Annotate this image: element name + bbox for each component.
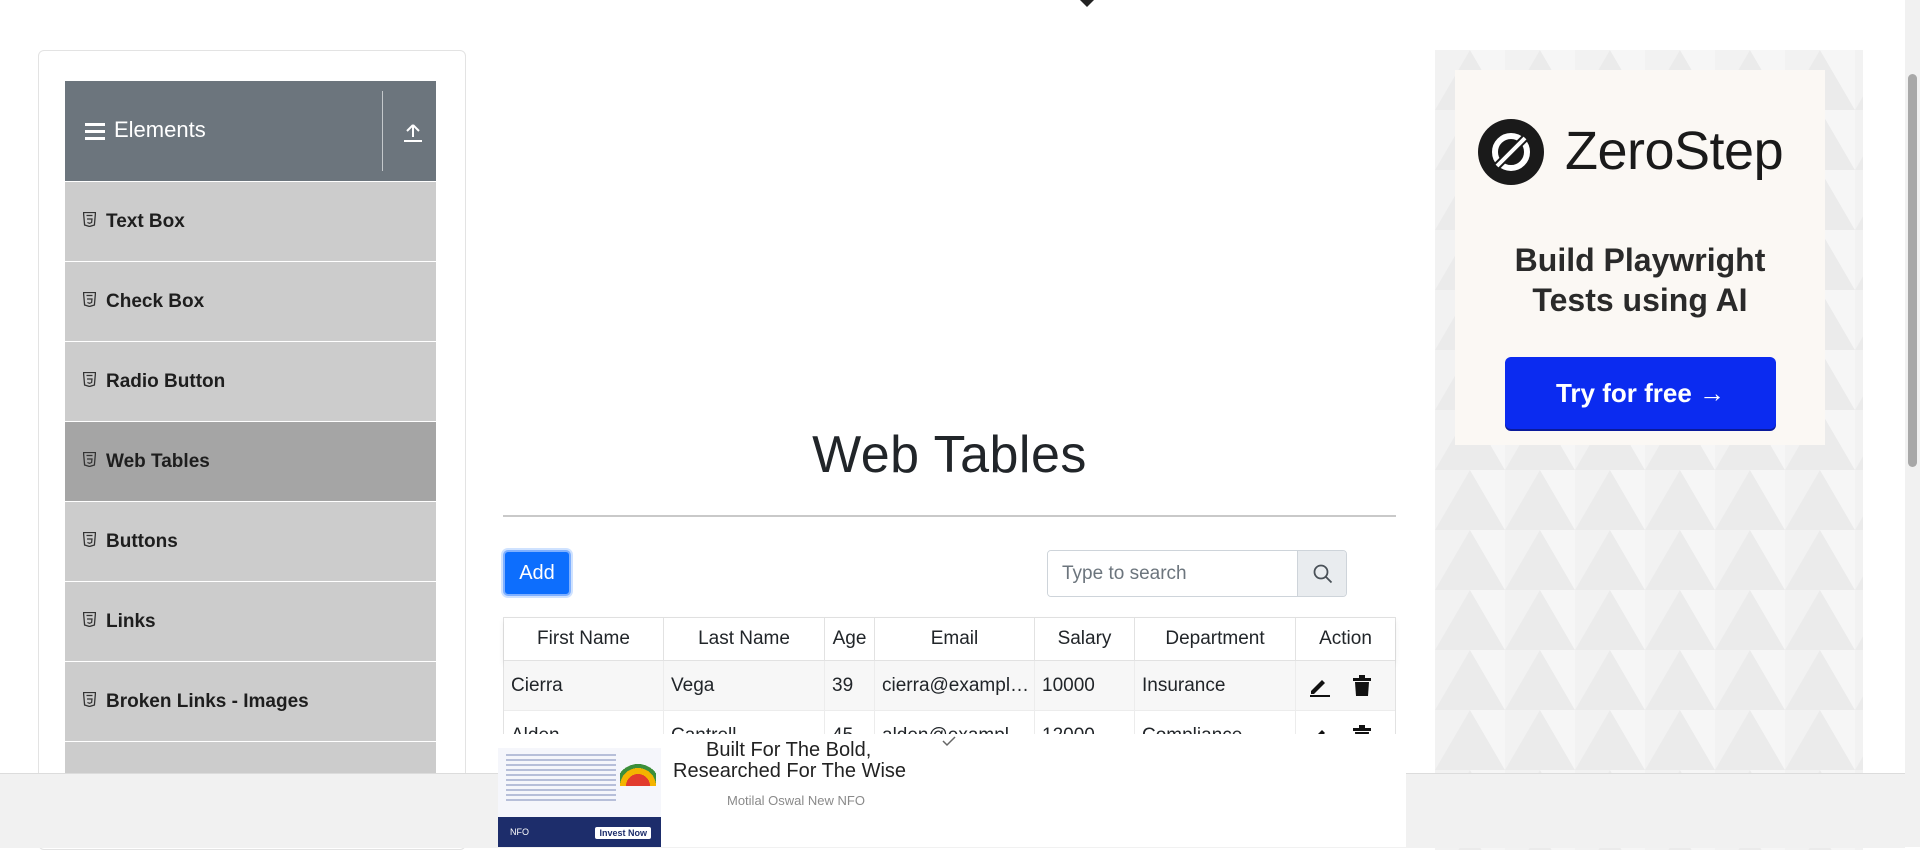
html5-icon <box>83 532 96 547</box>
column-header-first-name[interactable]: First Name <box>504 618 664 660</box>
zerostep-ad[interactable]: ZeroStep Build Playwright Tests using AI… <box>1435 50 1863 850</box>
pencil-icon[interactable] <box>1308 675 1330 697</box>
sidebar-item-text-box[interactable]: Text Box <box>65 181 436 261</box>
cell-email: cierra@example.com <box>875 661 1035 710</box>
search-box <box>1047 550 1347 597</box>
column-header-email[interactable]: Email <box>875 618 1035 660</box>
ad-headline-line2: Researched For The Wise <box>673 760 907 782</box>
sidebar-item-label: Radio Button <box>106 371 226 392</box>
elements-group-title: Elements <box>114 117 206 142</box>
search-button[interactable] <box>1297 551 1346 596</box>
sidebar-item-label: Broken Links - Images <box>106 691 309 712</box>
elements-group-header[interactable]: Elements <box>65 81 436 181</box>
hamburger-icon <box>85 123 105 140</box>
html5-icon <box>83 372 96 387</box>
upload-arrow-icon[interactable] <box>403 123 423 143</box>
invest-now-button[interactable]: Invest Now <box>595 827 651 839</box>
ad-thumbnail: NFO Invest Now <box>498 748 661 847</box>
column-header-salary[interactable]: Salary <box>1035 618 1135 660</box>
ad-thumbnail-text <box>506 754 616 804</box>
ad-card: ZeroStep Build Playwright Tests using AI… <box>1455 70 1825 445</box>
ad-tagline-line1: Build Playwright <box>1514 242 1766 278</box>
ad-tagline: Build Playwright Tests using AI <box>1455 240 1825 320</box>
try-for-free-button[interactable]: Try for free → <box>1505 357 1776 429</box>
column-header-age[interactable]: Age <box>825 618 875 660</box>
sidebar-item-radio-button[interactable]: Radio Button <box>65 341 436 421</box>
html5-icon <box>83 292 96 307</box>
sidebar-item-broken-links-images[interactable]: Broken Links - Images <box>65 661 436 741</box>
sidebar-item-label: Check Box <box>106 291 205 312</box>
search-icon <box>1313 564 1333 584</box>
page-title: Web Tables <box>812 426 1087 484</box>
left-panel: Elements Text Box Check Box Radio Button… <box>38 50 466 850</box>
title-divider <box>503 515 1396 517</box>
cell-department: Insurance <box>1135 661 1296 710</box>
cell-last-name: Vega <box>664 661 825 710</box>
table-header: First Name Last Name Age Email Salary De… <box>504 618 1395 661</box>
html5-icon <box>83 452 96 467</box>
ad-close-icon[interactable] <box>942 734 956 748</box>
sidebar-item-label: Links <box>106 611 156 632</box>
sidebar-item-label: Web Tables <box>106 451 210 472</box>
page-scrollbar[interactable] <box>1905 0 1920 847</box>
html5-icon <box>83 692 96 707</box>
trash-icon[interactable] <box>1352 674 1372 697</box>
sidebar-item-buttons[interactable]: Buttons <box>65 501 436 581</box>
search-input[interactable] <box>1048 551 1300 596</box>
sidebar-item-label: Buttons <box>106 531 178 552</box>
sidebar-item-check-box[interactable]: Check Box <box>65 261 436 341</box>
elements-accordion: Elements Text Box Check Box Radio Button… <box>65 81 436 821</box>
table-row: Cierra Vega 39 cierra@example.com 10000 … <box>504 661 1395 711</box>
ad-headline-line1: Built For The Bold, <box>706 739 872 761</box>
ad-brand: ZeroStep <box>1565 121 1784 181</box>
column-header-last-name[interactable]: Last Name <box>664 618 825 660</box>
sidebar-item-links[interactable]: Links <box>65 581 436 661</box>
ad-thumbnail-label: NFO <box>510 827 529 837</box>
scrollbar-thumb[interactable] <box>1908 74 1917 467</box>
column-header-department[interactable]: Department <box>1135 618 1296 660</box>
cell-age: 39 <box>825 661 875 710</box>
cell-first-name: Cierra <box>504 661 664 710</box>
bottom-banner-ad[interactable]: NFO Invest Now Built For The Bold, Resea… <box>498 734 1406 847</box>
cursor-fragment-icon <box>1080 0 1094 7</box>
header-divider <box>382 91 383 171</box>
zerostep-logo-icon <box>1478 119 1544 185</box>
column-header-action: Action <box>1319 628 1372 649</box>
sidebar-item-web-tables[interactable]: Web Tables <box>65 421 436 501</box>
ad-headline: Built For The Bold, Researched For The W… <box>673 740 906 782</box>
html5-icon <box>83 212 96 227</box>
cell-actions <box>1296 661 1395 710</box>
ad-sponsor: Motilal Oswal New NFO <box>727 793 865 808</box>
sidebar-item-label: Text Box <box>106 211 185 232</box>
cell-salary: 10000 <box>1035 661 1135 710</box>
ad-tagline-line2: Tests using AI <box>1532 282 1748 318</box>
html5-icon <box>83 612 96 627</box>
add-button[interactable]: Add <box>503 550 571 596</box>
ad-thumbnail-chart <box>620 756 656 786</box>
